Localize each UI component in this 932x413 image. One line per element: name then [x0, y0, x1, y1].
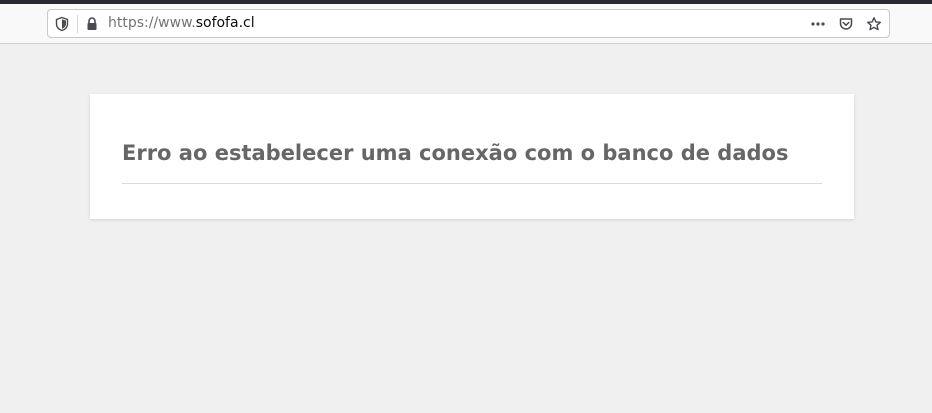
error-heading: Erro ao estabelecer uma conexão com o ba… [122, 141, 789, 165]
error-card: Erro ao estabelecer uma conexão com o ba… [90, 94, 854, 219]
url-scheme: https://www. [108, 15, 196, 31]
lock-icon[interactable] [84, 16, 100, 32]
address-bar[interactable]: https://www.sofofa.cl [47, 9, 890, 38]
address-bar-separator [77, 15, 78, 33]
browser-toolbar: https://www.sofofa.cl [0, 4, 932, 44]
tracking-protection-shield-icon[interactable] [54, 16, 70, 32]
heading-divider [122, 183, 822, 184]
pocket-icon[interactable] [838, 16, 854, 32]
url-host: sofofa.cl [195, 15, 255, 31]
more-options-icon[interactable] [810, 16, 826, 32]
url-text[interactable]: https://www.sofofa.cl [108, 10, 255, 37]
bookmark-star-icon[interactable] [866, 16, 882, 32]
